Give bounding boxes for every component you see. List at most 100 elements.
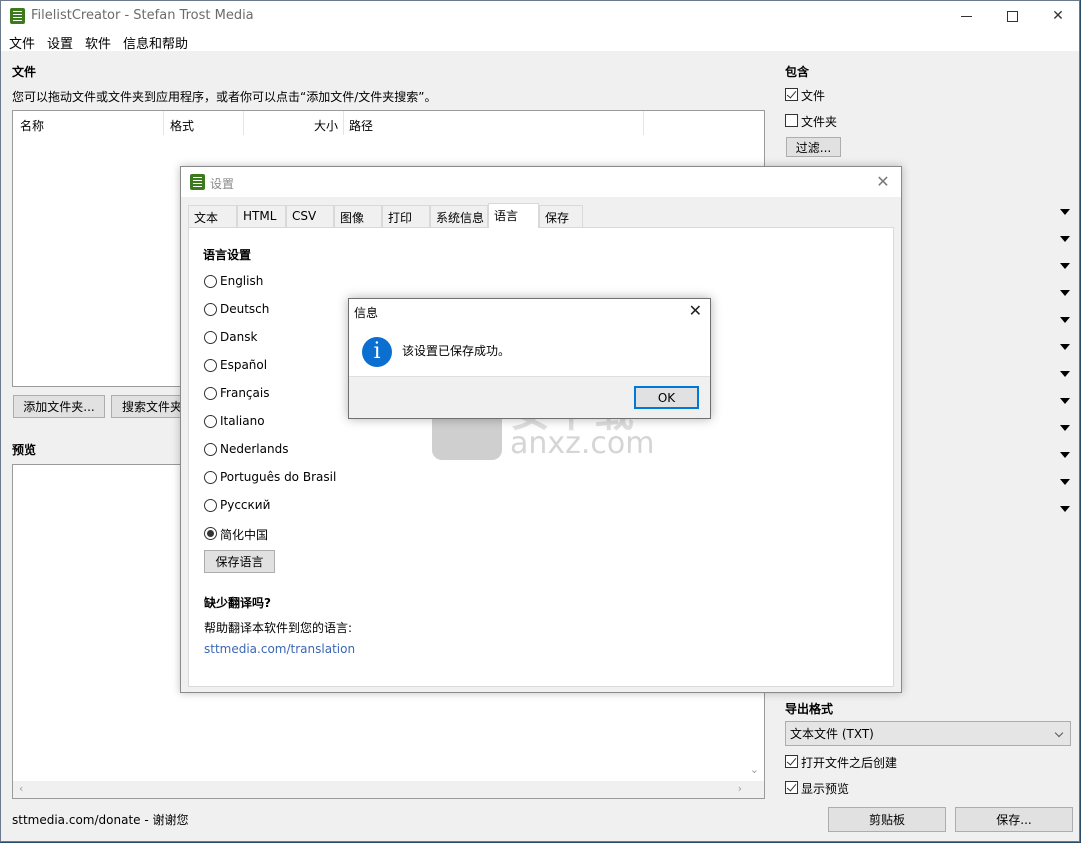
include-files-label[interactable]: 文件 — [801, 87, 825, 104]
include-title: 包含 — [785, 65, 810, 79]
column-format[interactable]: 格式 — [164, 111, 244, 135]
minimize-button[interactable] — [943, 1, 989, 31]
language-radio-label[interactable]: Dansk — [220, 330, 257, 344]
dropdown-arrow-icon[interactable] — [1060, 263, 1070, 269]
scroll-right-arrow-icon[interactable]: › — [738, 782, 742, 795]
clipboard-button[interactable]: 剪贴板 — [828, 807, 946, 832]
dropdown-arrow-icon[interactable] — [1060, 398, 1070, 404]
language-radio-label[interactable]: Русский — [220, 498, 270, 512]
language-radio-label[interactable]: Deutsch — [220, 302, 269, 316]
language-radio-label[interactable]: Español — [220, 358, 267, 372]
donate-text[interactable]: sttmedia.com/donate - 谢谢您 — [12, 811, 189, 828]
dropdown-arrow-icon[interactable] — [1060, 236, 1070, 242]
language-radio-label[interactable]: Português do Brasil — [220, 470, 336, 484]
save-button[interactable]: 保存... — [955, 807, 1073, 832]
menu-bar: 文件 设置 软件 信息和帮助 — [1, 31, 1079, 52]
tab-print[interactable]: 打印 — [382, 205, 430, 227]
settings-dialog: 设置 ✕ 文本 HTML CSV 图像 打印 系统信息 语言 保存 语言设置 E… — [180, 166, 902, 693]
dropdown-arrow-icon[interactable] — [1060, 506, 1070, 512]
language-radio-label[interactable]: English — [220, 274, 263, 288]
column-path[interactable]: 路径 — [344, 111, 644, 135]
menu-software[interactable]: 软件 — [85, 33, 111, 52]
include-folders-checkbox[interactable] — [785, 114, 798, 127]
tab-html[interactable]: HTML — [237, 205, 286, 227]
language-radio-label[interactable]: Italiano — [220, 414, 265, 428]
export-format-title: 导出格式 — [785, 702, 834, 716]
open-after-create-checkbox[interactable] — [785, 755, 798, 768]
language-settings-title: 语言设置 — [203, 248, 252, 262]
settings-close-icon[interactable]: ✕ — [873, 172, 893, 192]
language-tab-panel: 语言设置 English Deutsch Dansk Español Français I… — [188, 227, 894, 687]
preview-section-title: 预览 — [12, 443, 37, 457]
filter-button[interactable]: 过滤... — [786, 137, 841, 157]
language-radio-label[interactable]: Nederlands — [220, 442, 288, 456]
language-radio[interactable] — [204, 499, 217, 512]
message-box-title: 信息 — [354, 306, 379, 320]
dropdown-arrow-icon[interactable] — [1060, 452, 1070, 458]
language-radio-label[interactable]: Français — [220, 386, 269, 400]
language-radio[interactable] — [204, 331, 217, 344]
info-message-box: 信息 ✕ i 该设置已保存成功。 OK — [348, 298, 711, 419]
show-preview-label[interactable]: 显示预览 — [801, 780, 849, 797]
language-radio[interactable] — [204, 443, 217, 456]
language-radio[interactable] — [204, 303, 217, 316]
language-radio[interactable] — [204, 275, 217, 288]
message-box-close-icon[interactable]: ✕ — [689, 301, 702, 320]
include-folders-label[interactable]: 文件夹 — [801, 113, 837, 130]
files-hint: 您可以拖动文件或文件夹到应用程序，或者你可以点击“添加文件/文件夹搜索”。 — [12, 90, 437, 104]
tab-csv[interactable]: CSV — [286, 205, 334, 227]
chevron-down-icon — [1054, 728, 1064, 738]
column-name[interactable]: 名称 — [13, 111, 164, 135]
column-size[interactable]: 大小 — [244, 111, 344, 135]
dropdown-arrow-icon[interactable] — [1060, 344, 1070, 350]
ok-button[interactable]: OK — [634, 386, 699, 409]
language-radio[interactable] — [204, 415, 217, 428]
language-radio[interactable] — [204, 471, 217, 484]
scroll-down-arrow-icon[interactable]: ⌄ — [750, 763, 759, 776]
missing-translation-title: 缺少翻译吗? — [204, 596, 271, 610]
save-language-button[interactable]: 保存语言 — [204, 550, 275, 573]
close-button[interactable]: ✕ — [1035, 1, 1081, 31]
message-box-footer: OK — [349, 376, 710, 418]
menu-file[interactable]: 文件 — [9, 33, 35, 52]
title-bar: FilelistCreator - Stefan Trost Media ✕ — [1, 1, 1079, 31]
export-format-value: 文本文件 (TXT) — [790, 727, 874, 741]
horizontal-scrollbar[interactable]: ‹ › — [13, 781, 764, 798]
settings-title: 设置 — [210, 177, 235, 191]
show-preview-checkbox[interactable] — [785, 781, 798, 794]
scroll-left-arrow-icon[interactable]: ‹ — [19, 782, 23, 795]
dropdown-arrow-icon[interactable] — [1060, 425, 1070, 431]
help-translate-text: 帮助翻译本软件到您的语言: — [204, 621, 353, 635]
language-radio[interactable] — [204, 359, 217, 372]
tab-language[interactable]: 语言 — [488, 203, 539, 228]
tab-system-info[interactable]: 系统信息 — [430, 205, 488, 227]
dropdown-arrow-icon[interactable] — [1060, 479, 1070, 485]
export-format-select[interactable]: 文本文件 (TXT) — [785, 721, 1071, 746]
settings-title-bar: 设置 ✕ — [181, 167, 901, 197]
settings-app-icon — [190, 174, 205, 190]
maximize-icon — [1006, 10, 1018, 22]
open-after-create-label[interactable]: 打开文件之后创建 — [801, 754, 897, 771]
add-folder-button[interactable]: 添加文件夹... — [13, 395, 105, 418]
language-radio[interactable] — [204, 527, 217, 540]
tab-image[interactable]: 图像 — [334, 205, 382, 227]
language-radio[interactable] — [204, 387, 217, 400]
dropdown-arrow-icon[interactable] — [1060, 371, 1070, 377]
window-title: FilelistCreator - Stefan Trost Media — [31, 8, 254, 23]
maximize-button[interactable] — [989, 1, 1035, 31]
dropdown-arrow-icon[interactable] — [1060, 209, 1070, 215]
translation-link[interactable]: sttmedia.com/translation — [204, 642, 355, 656]
tab-text[interactable]: 文本 — [188, 205, 237, 227]
info-icon: i — [362, 337, 392, 367]
menu-settings[interactable]: 设置 — [47, 33, 73, 52]
menu-info-help[interactable]: 信息和帮助 — [123, 33, 188, 52]
include-files-checkbox[interactable] — [785, 88, 798, 101]
files-section-title: 文件 — [12, 65, 37, 79]
app-icon — [10, 8, 25, 24]
tab-save[interactable]: 保存 — [539, 205, 583, 227]
minimize-icon — [960, 15, 972, 17]
language-radio-label[interactable]: 简化中国 — [220, 526, 268, 543]
dropdown-arrow-icon[interactable] — [1060, 290, 1070, 296]
search-folder-button[interactable]: 搜索文件夹 — [111, 395, 183, 418]
dropdown-arrow-icon[interactable] — [1060, 317, 1070, 323]
